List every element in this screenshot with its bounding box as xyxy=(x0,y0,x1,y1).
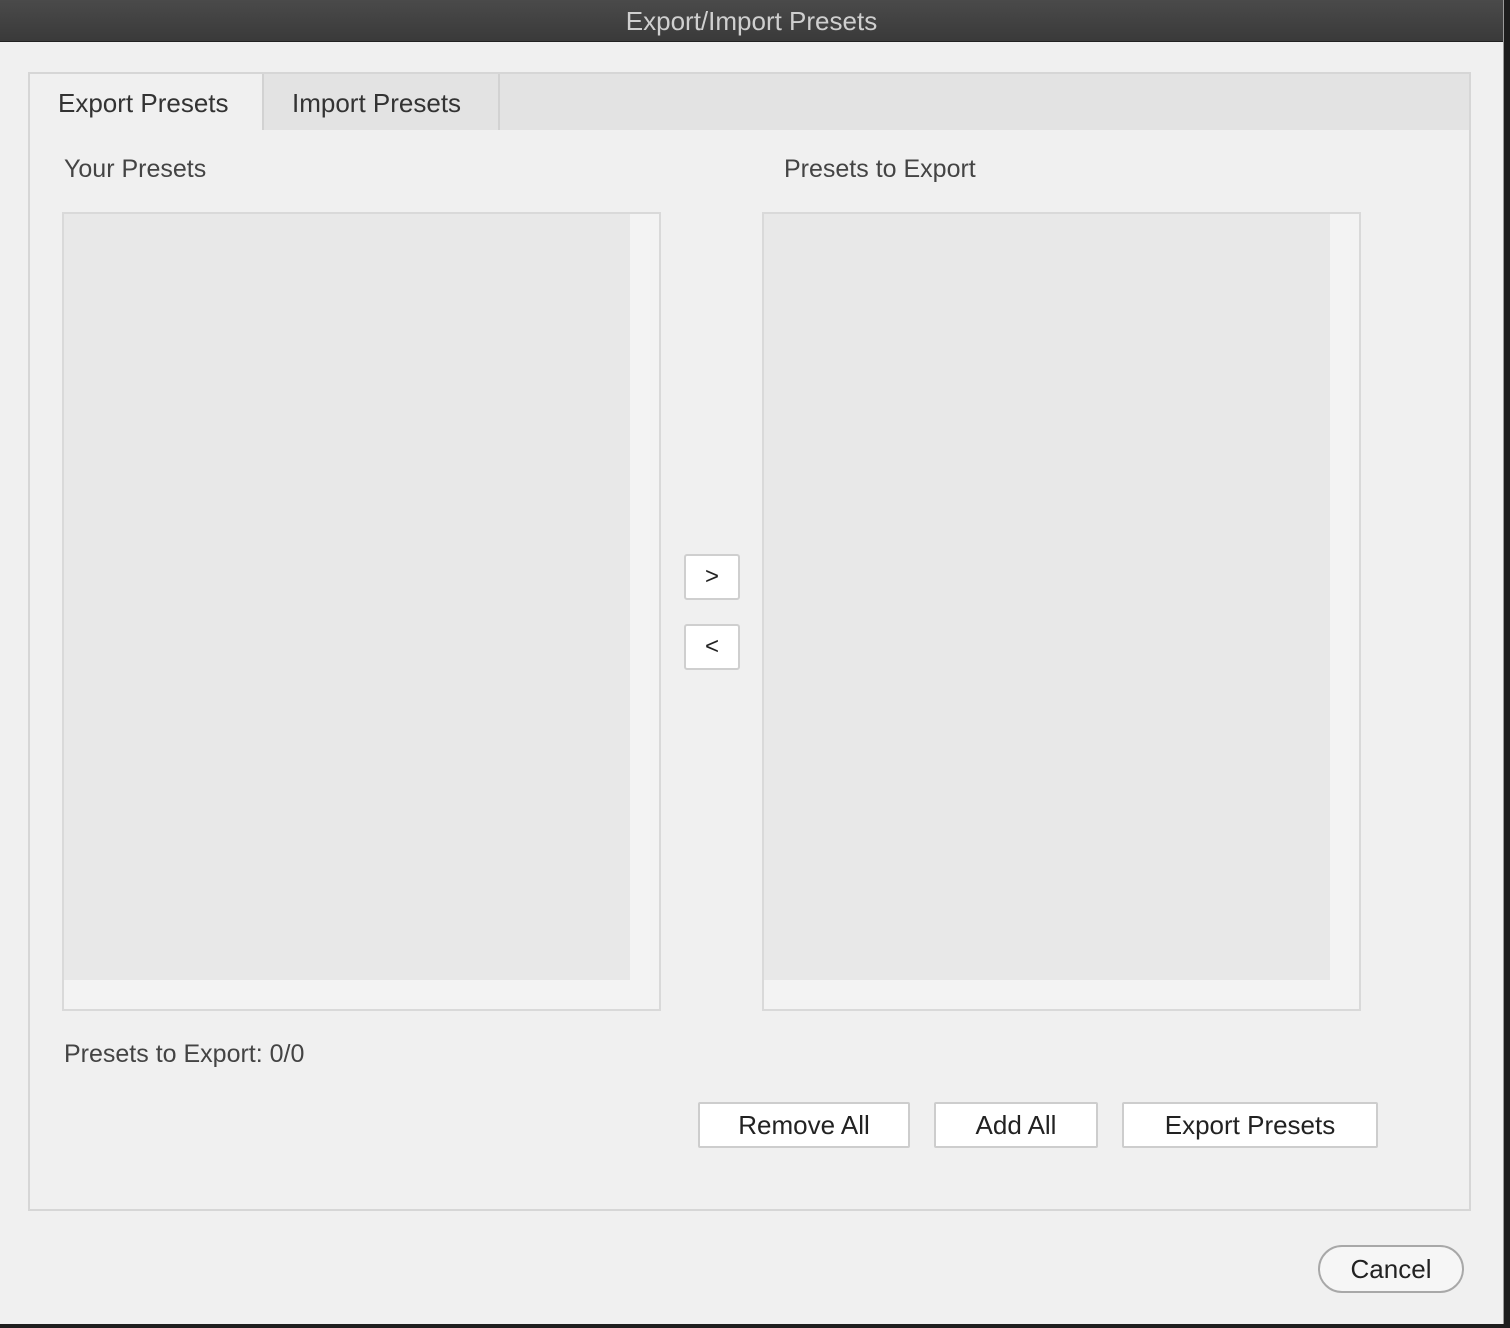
export-import-presets-dialog: Export/Import Presets Export Presets Imp… xyxy=(0,0,1504,1324)
window-title: Export/Import Presets xyxy=(0,0,1503,42)
your-presets-label: Your Presets xyxy=(64,155,207,183)
presets-to-export-label: Presets to Export xyxy=(784,155,976,183)
tab-strip: Export Presets Import Presets xyxy=(30,74,1469,130)
your-presets-list[interactable] xyxy=(62,212,661,1011)
move-right-button[interactable]: > xyxy=(684,554,740,600)
add-all-button[interactable]: Add All xyxy=(934,1102,1098,1148)
export-presets-button[interactable]: Export Presets xyxy=(1122,1102,1378,1148)
presets-to-export-list[interactable] xyxy=(762,212,1361,1011)
cancel-button[interactable]: Cancel xyxy=(1318,1245,1464,1293)
tab-import-presets[interactable]: Import Presets xyxy=(264,74,500,130)
tab-export-presets[interactable]: Export Presets xyxy=(30,74,264,130)
remove-all-button[interactable]: Remove All xyxy=(698,1102,910,1148)
presets-to-export-list-area[interactable] xyxy=(764,214,1330,980)
move-left-button[interactable]: < xyxy=(684,624,740,670)
presets-to-export-status: Presets to Export: 0/0 xyxy=(64,1040,305,1068)
your-presets-list-area[interactable] xyxy=(64,214,630,980)
